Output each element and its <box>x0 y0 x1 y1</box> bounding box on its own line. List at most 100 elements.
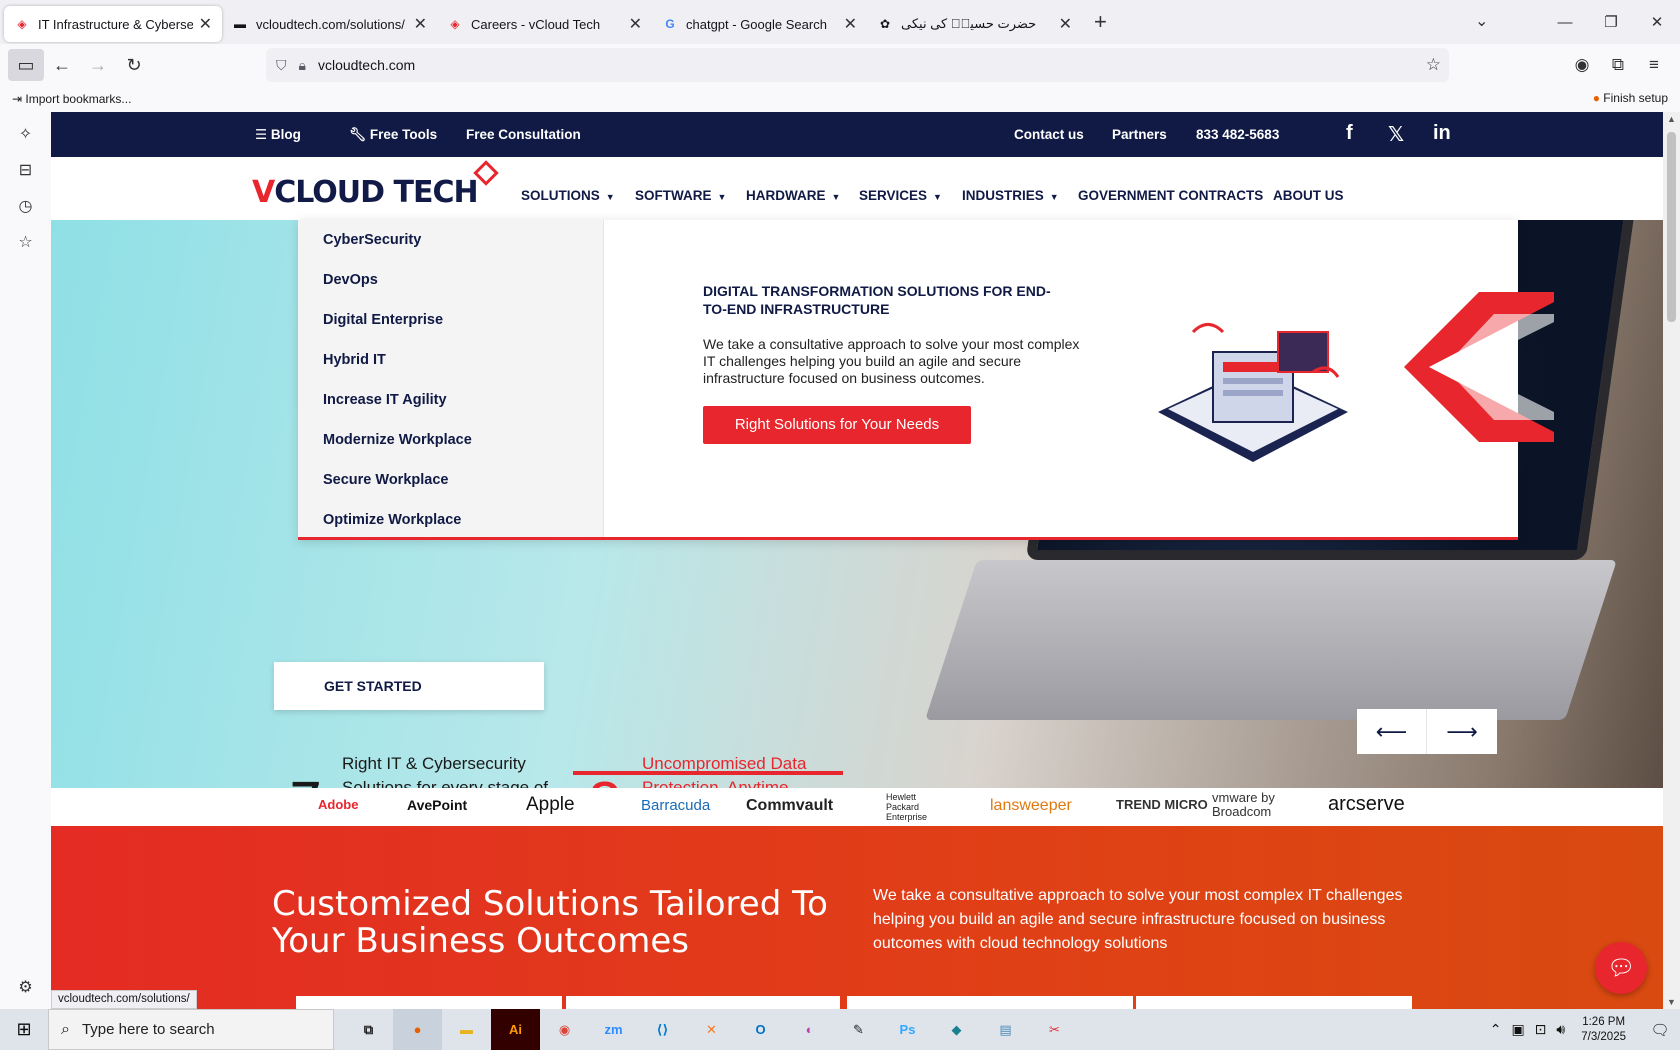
free-tools-link[interactable]: 🔧︎ Free Tools <box>349 127 437 143</box>
photos-icon[interactable]: ◐ <box>785 1009 834 1050</box>
phone-link[interactable]: 833 482-5683 <box>1196 127 1279 142</box>
windows-start-icon[interactable]: ⊞ <box>0 1019 48 1040</box>
restore-button[interactable]: ❐ <box>1588 13 1634 31</box>
finish-setup-button[interactable]: ● Finish setup <box>1593 91 1668 105</box>
bookmarks-icon[interactable]: ☆ <box>0 232 51 256</box>
display-icon[interactable]: ▣ <box>1511 1021 1524 1038</box>
ai-chatbot-icon[interactable]: ✧ <box>0 124 51 148</box>
solution-link[interactable]: DevOps <box>323 272 378 288</box>
partners-link[interactable]: Partners <box>1112 127 1167 142</box>
network-icon[interactable]: ⊡ <box>1535 1021 1547 1038</box>
stat-number[interactable]: 7 <box>288 772 324 788</box>
chevron-down-icon[interactable]: ⌄ <box>1475 11 1488 31</box>
account-icon[interactable]: ◉ <box>1564 49 1600 81</box>
menu-icon[interactable]: ≡ <box>1636 49 1672 81</box>
chevron-up-icon[interactable]: ⌃ <box>1490 1021 1502 1038</box>
solution-link[interactable]: Optimize Workplace <box>323 512 461 528</box>
stat-number[interactable]: 8 <box>587 772 623 788</box>
import-bookmarks-link[interactable]: ⇥ Import bookmarks... <box>12 92 131 106</box>
photoshop-icon[interactable]: Ps <box>883 1009 932 1050</box>
solution-card[interactable] <box>566 996 840 1009</box>
forward-button[interactable]: → <box>80 49 116 81</box>
get-started-button[interactable]: GET STARTED <box>274 662 544 710</box>
new-tab-button[interactable]: + <box>1094 9 1107 35</box>
free-consultation-link[interactable]: Free Consultation <box>466 127 581 142</box>
pen-tool-icon[interactable]: ✎ <box>834 1009 883 1050</box>
next-slide-button[interactable]: ⟶ <box>1427 709 1497 754</box>
zoom-icon[interactable]: zm <box>589 1009 638 1050</box>
scroll-up-icon[interactable]: ▲ <box>1667 114 1676 124</box>
stat-text[interactable]: Right IT & Cybersecurity Solutions for e… <box>342 752 557 788</box>
notification-icon[interactable]: 🗨︎ <box>1640 1021 1680 1039</box>
synced-tabs-icon[interactable]: ⊟ <box>0 160 51 184</box>
task-view-icon[interactable]: ⧉ <box>344 1009 393 1050</box>
x-twitter-icon[interactable]: 𝕏 <box>1388 122 1404 147</box>
stat-text[interactable]: Uncompromised Data Protection, Anytime, … <box>642 752 857 788</box>
facebook-icon[interactable]: f <box>1346 122 1353 145</box>
tab-careers[interactable]: ◈ Careers - vCloud Tech ✕ <box>437 6 652 42</box>
sidebar-toggle-button[interactable]: ▭ <box>8 49 44 81</box>
minimize-button[interactable]: — <box>1542 14 1588 31</box>
address-bar[interactable]: ⛉ 🔒︎ vcloudtech.com ☆ <box>266 48 1449 82</box>
menu-government-contracts[interactable]: GOVERNMENT CONTRACTS <box>1078 188 1263 203</box>
outlook-icon[interactable]: O <box>736 1009 785 1050</box>
solution-link[interactable]: Hybrid IT <box>323 352 386 368</box>
close-tab-icon[interactable]: ✕ <box>414 14 427 34</box>
previous-slide-button[interactable]: ⟵ <box>1357 709 1427 754</box>
taskbar-search[interactable]: ⌕ Type here to search <box>48 1009 334 1050</box>
solution-link[interactable]: Digital Enterprise <box>323 312 443 328</box>
vscode-icon[interactable]: ⟨⟩ <box>638 1009 687 1050</box>
settings-gear-icon[interactable]: ⚙ <box>0 977 51 1001</box>
tab-it-infrastructure[interactable]: ◈ IT Infrastructure & Cybersecurit ✕ <box>4 6 222 42</box>
solution-card[interactable] <box>296 996 562 1009</box>
chrome-icon[interactable]: ◉ <box>540 1009 589 1050</box>
close-tab-icon[interactable]: ✕ <box>844 14 857 34</box>
close-tab-icon[interactable]: ✕ <box>199 14 212 34</box>
volume-icon[interactable]: 🔊︎ <box>1556 1021 1565 1038</box>
close-tab-icon[interactable]: ✕ <box>1059 14 1072 34</box>
snipping-tool-icon[interactable]: ✂ <box>1030 1009 1079 1050</box>
tab-solutions[interactable]: ▬ vcloudtech.com/solutions/ ✕ <box>222 6 437 42</box>
solution-link[interactable]: Modernize Workplace <box>323 432 472 448</box>
app-diamond-icon[interactable]: ◆ <box>932 1009 981 1050</box>
contact-us-link[interactable]: Contact us <box>1014 127 1084 142</box>
file-explorer-icon[interactable]: ▬ <box>442 1009 491 1050</box>
back-button[interactable]: ← <box>44 49 80 81</box>
tab-google-search[interactable]: G chatgpt - Google Search ✕ <box>652 6 867 42</box>
solution-card[interactable] <box>1136 996 1412 1009</box>
history-icon[interactable]: ◷ <box>0 196 51 220</box>
scrollbar-thumb[interactable] <box>1667 132 1676 322</box>
menu-software[interactable]: SOFTWARE ▼ <box>635 188 726 203</box>
lock-icon[interactable]: 🔒︎ <box>299 57 306 74</box>
chat-widget-button[interactable]: 💬︎ <box>1595 942 1647 994</box>
xampp-icon[interactable]: ✕ <box>687 1009 736 1050</box>
menu-solutions[interactable]: SOLUTIONS ▼ <box>521 188 615 203</box>
menu-industries[interactable]: INDUSTRIES ▼ <box>962 188 1059 203</box>
tab-chatgpt[interactable]: ✿ حضرت حسینؓ کی نیکی ✕ <box>867 6 1082 42</box>
vcloud-tech-logo[interactable]: VCLOUD TECH <box>252 175 479 210</box>
extensions-icon[interactable]: ⧉ <box>1600 49 1636 81</box>
scroll-down-icon[interactable]: ▼ <box>1667 997 1676 1007</box>
solution-card[interactable] <box>847 996 1133 1009</box>
shield-icon[interactable]: ⛉ <box>276 57 287 74</box>
clock[interactable]: 1:26 PM 7/3/2025 <box>1581 1015 1626 1045</box>
solution-link[interactable]: CyberSecurity <box>323 232 421 248</box>
menu-services[interactable]: SERVICES ▼ <box>859 188 942 203</box>
solution-link[interactable]: Secure Workplace <box>323 472 448 488</box>
close-window-button[interactable]: ✕ <box>1634 13 1680 31</box>
illustrator-icon[interactable]: Ai <box>491 1009 540 1050</box>
page-scrollbar[interactable]: ▲ ▼ <box>1663 112 1680 1009</box>
notepad-icon[interactable]: ▤ <box>981 1009 1030 1050</box>
reload-button[interactable]: ↻ <box>116 49 152 81</box>
blog-link[interactable]: ☰ Blog <box>255 127 301 143</box>
url-text[interactable]: vcloudtech.com <box>318 57 415 73</box>
solution-link[interactable]: Increase IT Agility <box>323 392 447 408</box>
linkedin-icon[interactable]: in <box>1433 122 1451 145</box>
firefox-icon[interactable]: ● <box>393 1009 442 1050</box>
menu-about-us[interactable]: ABOUT US <box>1273 188 1344 203</box>
close-tab-icon[interactable]: ✕ <box>629 14 642 34</box>
customized-solutions-section: Customized Solutions Tailored To Your Bu… <box>51 826 1663 1009</box>
menu-hardware[interactable]: HARDWARE ▼ <box>746 188 840 203</box>
right-solutions-button[interactable]: Right Solutions for Your Needs <box>703 406 971 444</box>
bookmark-star-icon[interactable]: ☆ <box>1426 55 1441 75</box>
